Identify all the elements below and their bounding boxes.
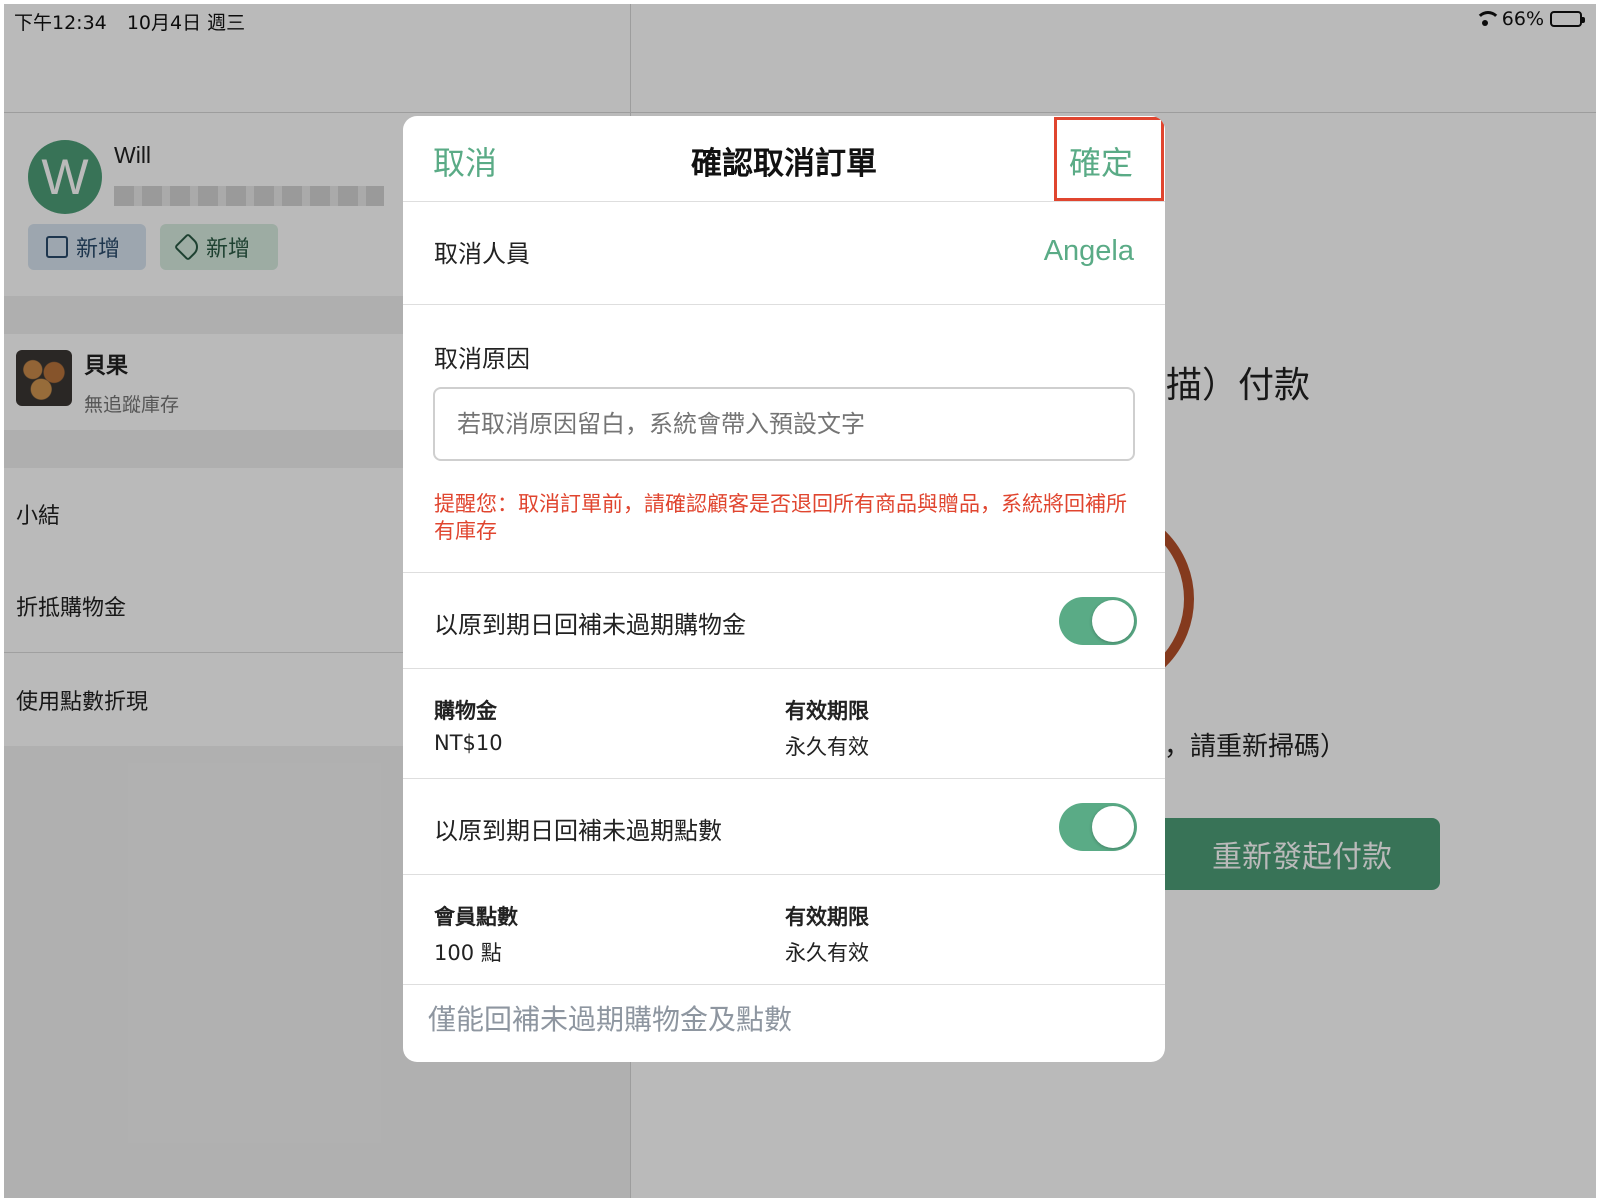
app-screen: 下午12:34 10月4日 週三 66% W Will 新增 新增 貝果 無追蹤… [4, 4, 1596, 1198]
credit-info-row: 購物金 NT$10 有效期限 永久有效 [403, 669, 1165, 779]
points-expiry: 有效期限 永久有效 [785, 901, 869, 967]
confirm-highlight-box [1054, 117, 1164, 201]
canceller-label: 取消人員 [434, 240, 530, 268]
reason-section: 取消原因 提醒您：取消訂單前，請確認顧客是否退回所有商品與贈品，系統將回補所有庫… [403, 305, 1165, 573]
credit-expiry-value: 永久有效 [785, 735, 869, 759]
warning-text: 提醒您：取消訂單前，請確認顧客是否退回所有商品與贈品，系統將回補所有庫存 [434, 492, 1127, 543]
credit-expiry-label: 有效期限 [785, 699, 869, 723]
points-value: 100 點 [434, 941, 502, 965]
reason-input[interactable] [433, 387, 1135, 461]
credit-value: NT$10 [434, 731, 503, 755]
dialog-header: 取消 確認取消訂單 確定 [403, 116, 1165, 202]
cancel-order-dialog: 取消 確認取消訂單 確定 取消人員 Angela 取消原因 提醒您：取消訂單前，… [403, 116, 1165, 1062]
points-info-row: 會員點數 100 點 有效期限 永久有效 [403, 875, 1165, 985]
points-expiry-value: 永久有效 [785, 941, 869, 965]
footer-note: 僅能回補未過期購物金及點數 [428, 1003, 793, 1036]
restore-points-toggle[interactable] [1059, 803, 1137, 851]
dialog-title: 確認取消訂單 [691, 146, 877, 182]
canceller-value[interactable]: Angela [1044, 235, 1134, 268]
points-label: 會員點數 [434, 905, 518, 929]
canceller-row[interactable]: 取消人員 Angela [403, 202, 1165, 305]
credit-amount: 購物金 NT$10 [434, 695, 503, 755]
points-expiry-label: 有效期限 [785, 905, 869, 929]
points-amount: 會員點數 100 點 [434, 901, 518, 967]
restore-points-label: 以原到期日回補未過期點數 [434, 817, 722, 845]
credit-expiry: 有效期限 永久有效 [785, 695, 869, 761]
reason-label: 取消原因 [434, 345, 530, 373]
restore-credit-label: 以原到期日回補未過期購物金 [434, 611, 746, 639]
restore-credit-row: 以原到期日回補未過期購物金 [403, 573, 1165, 669]
restore-points-row: 以原到期日回補未過期點數 [403, 779, 1165, 875]
restore-credit-toggle[interactable] [1059, 597, 1137, 645]
credit-label: 購物金 [434, 699, 497, 723]
